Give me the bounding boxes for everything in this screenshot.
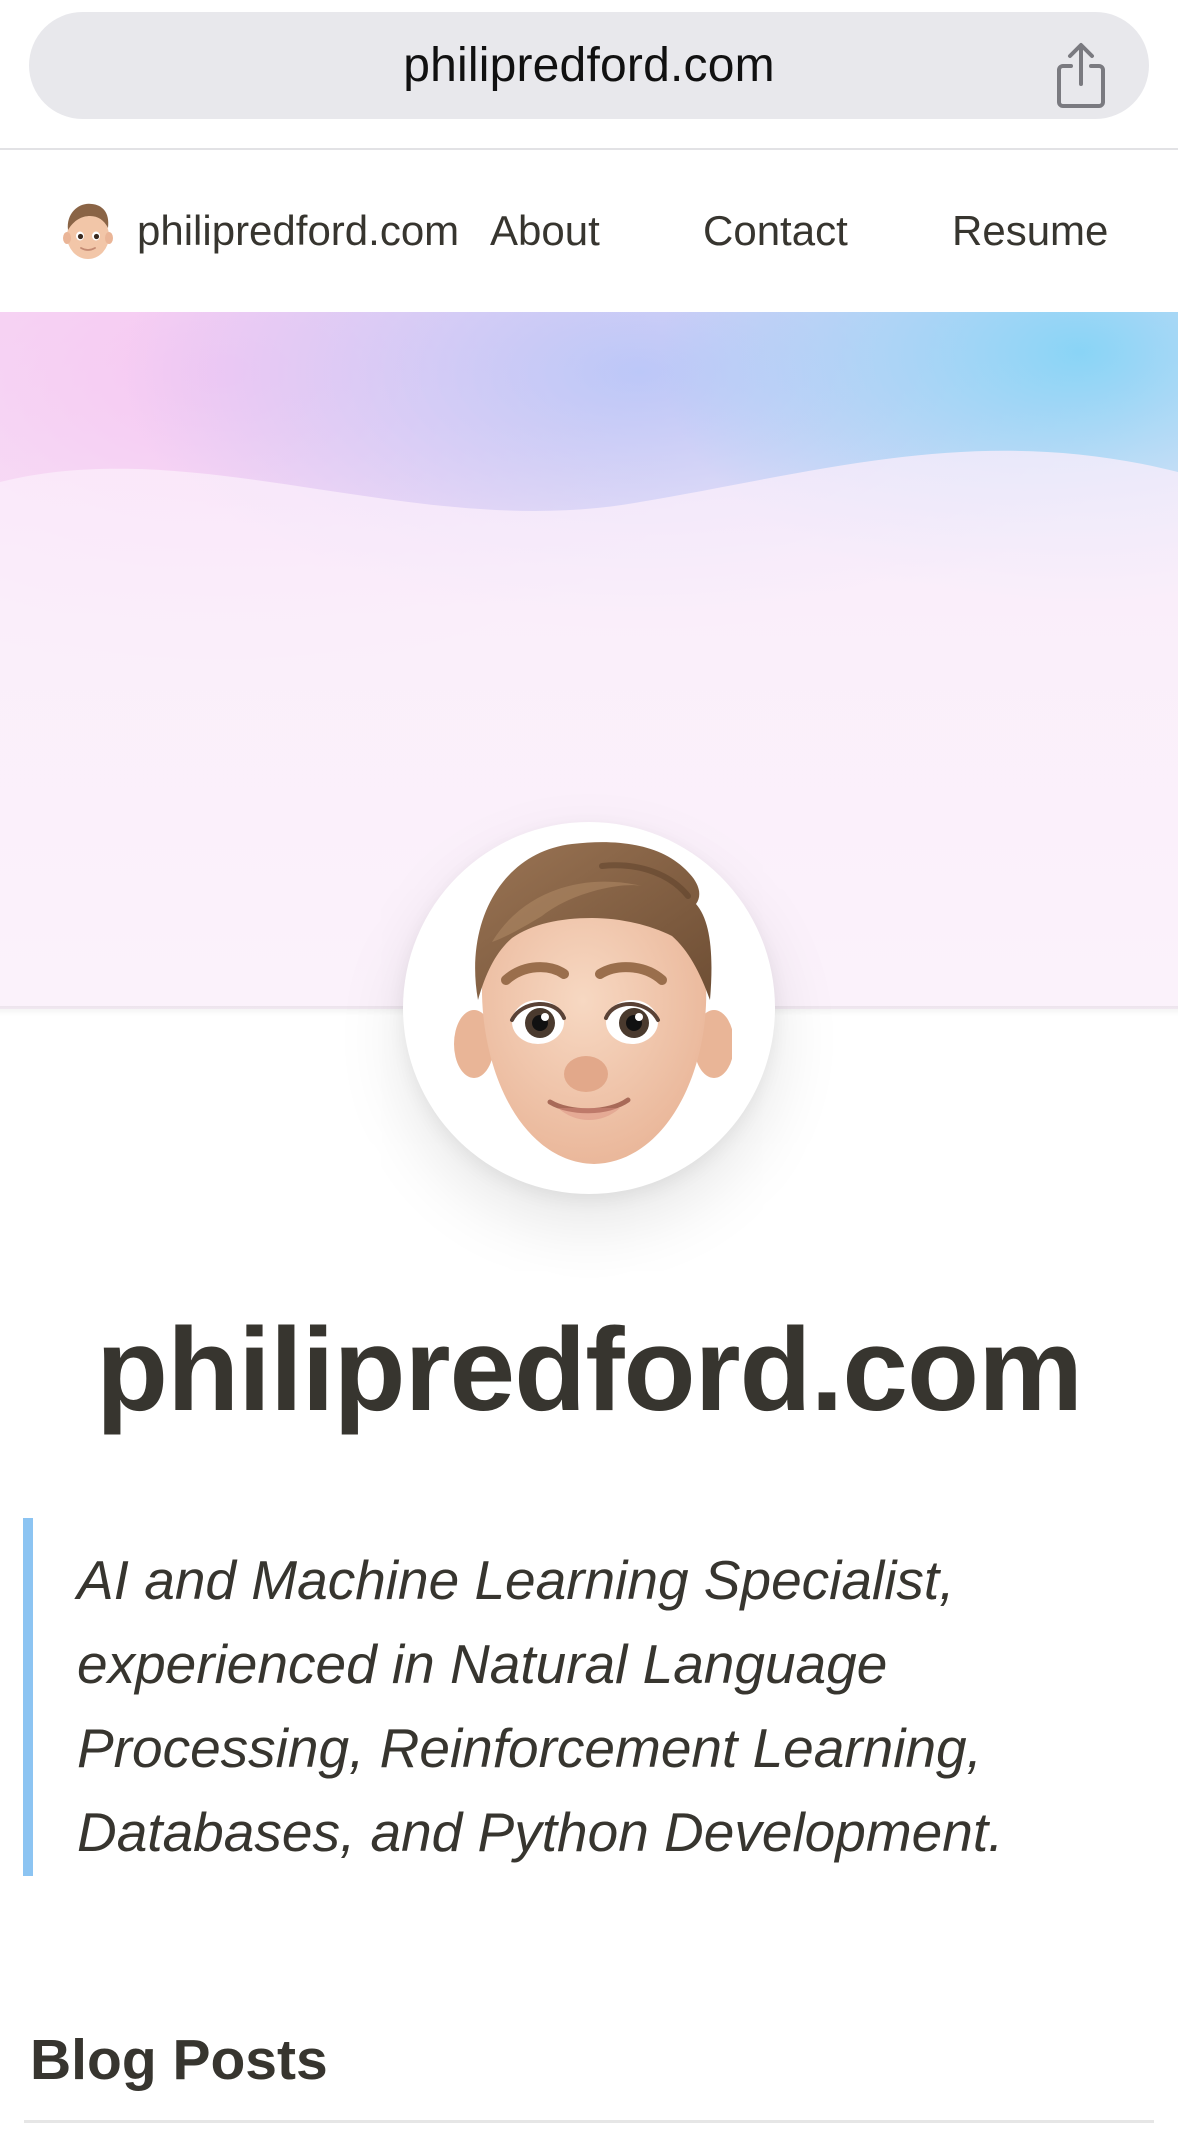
nav-resume-link[interactable]: Resume [952, 152, 1108, 310]
blog-posts-heading: Blog Posts [30, 2028, 328, 2092]
share-icon[interactable] [1051, 40, 1111, 110]
intro-quote-text: AI and Machine Learning Specialist, expe… [77, 1549, 1004, 1863]
address-bar-url[interactable]: philipredford.com [29, 12, 1149, 119]
nav-about-link[interactable]: About [490, 152, 600, 310]
section-divider [24, 2120, 1154, 2123]
page-title: philipredford.com [96, 1304, 1083, 1436]
nav-contact-link[interactable]: Contact [703, 152, 848, 310]
memoji-avatar-icon [452, 832, 734, 1172]
memoji-avatar-icon[interactable] [60, 198, 116, 262]
site-nav: philipredford.com About Contact Resume [0, 152, 1178, 310]
address-bar[interactable]: philipredford.com [29, 12, 1149, 119]
nav-home-link[interactable]: philipredford.com [137, 152, 459, 310]
intro-quote: AI and Machine Learning Specialist, expe… [23, 1518, 1133, 1876]
browser-toolbar: philipredford.com [0, 0, 1178, 150]
